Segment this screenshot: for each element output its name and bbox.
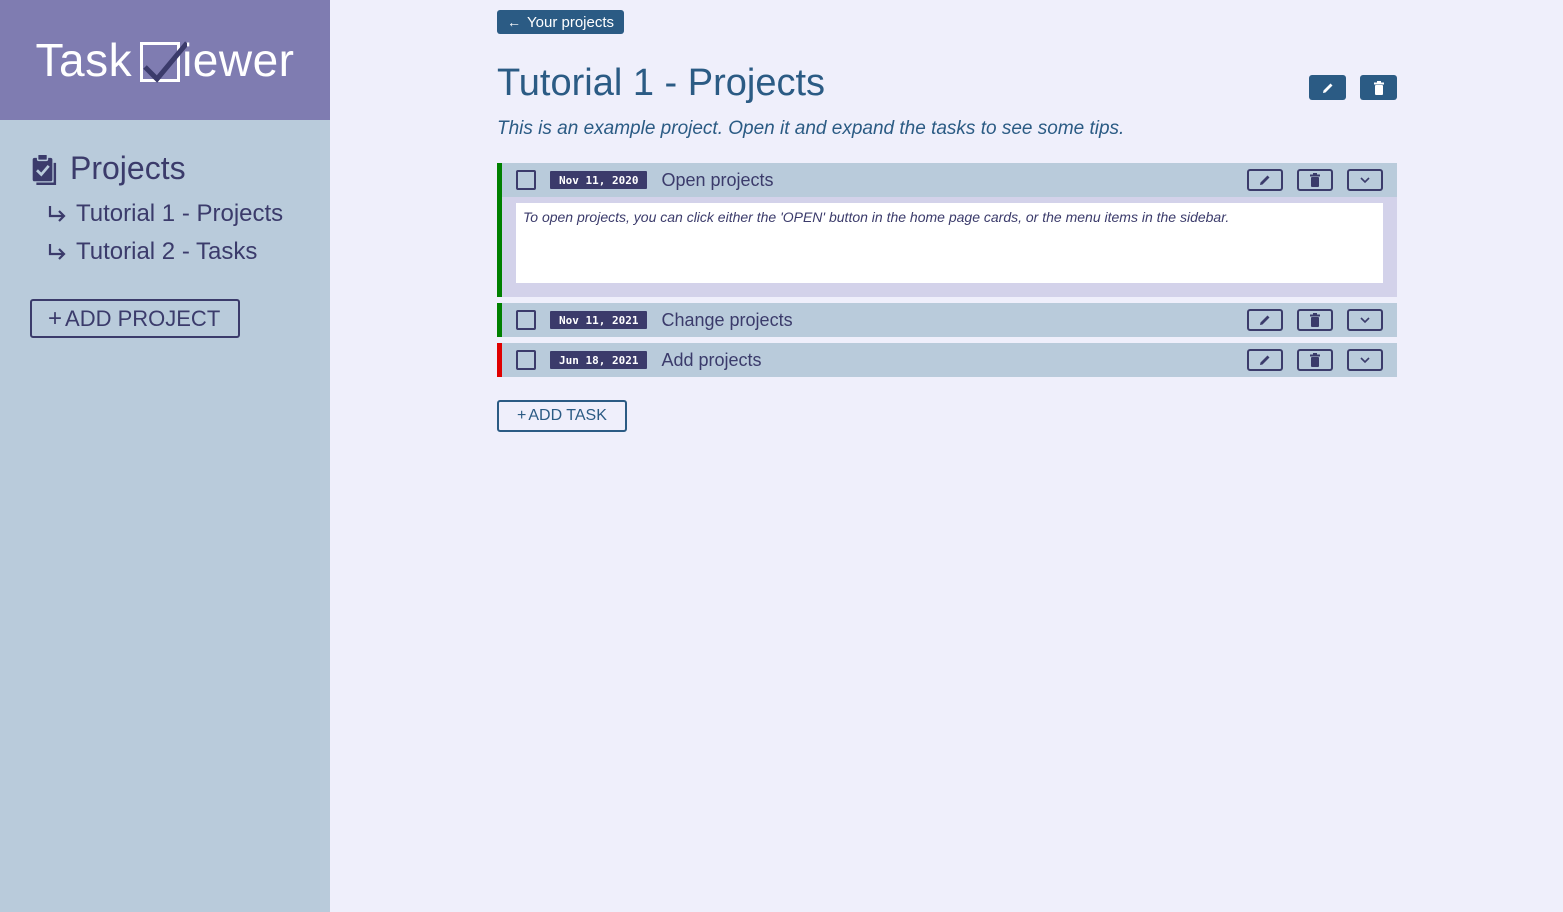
subdirectory-arrow-icon [48, 206, 66, 222]
project-actions [1309, 75, 1397, 100]
plus-icon: + [517, 407, 527, 424]
chevron-down-icon [1360, 177, 1370, 184]
logo-text-right: iewer [182, 34, 295, 86]
edit-project-button[interactable] [1309, 75, 1346, 100]
task-item: Nov 11, 2020 Open projects To open proje… [497, 163, 1397, 297]
task-actions [1247, 349, 1383, 371]
chevron-down-icon [1360, 317, 1370, 324]
task-details: To open projects, you can click either t… [502, 197, 1397, 297]
expand-task-button[interactable] [1347, 349, 1383, 371]
add-project-label: ADD PROJECT [65, 305, 221, 331]
task-date-badge: Nov 11, 2021 [550, 311, 648, 329]
expand-task-button[interactable] [1347, 309, 1383, 331]
task-title: Add projects [661, 349, 762, 370]
trash-icon [1310, 353, 1320, 367]
task-item: Jun 18, 2021 Add projects [497, 343, 1397, 377]
logo-check-icon [140, 41, 188, 83]
task-actions [1247, 169, 1383, 191]
trash-icon [1310, 173, 1320, 187]
task-title: Change projects [661, 309, 793, 330]
sidebar-item-label: Tutorial 2 - Tasks [76, 238, 258, 265]
delete-task-button[interactable] [1297, 169, 1333, 191]
task-header[interactable]: Nov 11, 2020 Open projects [502, 163, 1397, 197]
pencil-icon [1260, 175, 1270, 185]
add-task-button[interactable]: + ADD TASK [497, 400, 627, 432]
pencil-icon [1260, 315, 1270, 325]
task-title: Open projects [661, 169, 774, 190]
sidebar: Task iewer Projects Tutorial 1 - Project… [0, 0, 330, 912]
task-checkbox[interactable] [516, 310, 536, 330]
logo-bar: Task iewer [0, 0, 330, 120]
sidebar-item-tutorial-2[interactable]: Tutorial 2 - Tasks [46, 233, 330, 271]
task-header[interactable]: Nov 11, 2021 Change projects [502, 303, 1397, 337]
arrow-left-icon: ← [507, 14, 521, 30]
projects-heading[interactable]: Projects [30, 150, 330, 187]
sidebar-item-tutorial-1[interactable]: Tutorial 1 - Projects [46, 195, 330, 233]
app-logo[interactable]: Task iewer [35, 33, 294, 87]
delete-task-button[interactable] [1297, 309, 1333, 331]
sidebar-content: Projects Tutorial 1 - Projects Tutorial … [0, 120, 330, 338]
trash-icon [1373, 80, 1384, 95]
back-to-projects-button[interactable]: ← Your projects [497, 10, 624, 34]
trash-icon [1310, 313, 1320, 327]
add-project-button[interactable]: + ADD PROJECT [30, 299, 241, 338]
back-label: Your projects [527, 13, 614, 31]
clipboard-check-icon [32, 152, 57, 185]
task-actions [1247, 309, 1383, 331]
chevron-down-icon [1360, 357, 1370, 364]
logo-text-left: Task [35, 34, 133, 86]
delete-task-button[interactable] [1297, 349, 1333, 371]
sidebar-item-label: Tutorial 1 - Projects [76, 200, 284, 227]
add-task-label: ADD TASK [528, 407, 607, 424]
task-note[interactable]: To open projects, you can click either t… [516, 203, 1383, 283]
task-header[interactable]: Jun 18, 2021 Add projects [502, 343, 1397, 377]
expand-task-button[interactable] [1347, 169, 1383, 191]
task-checkbox[interactable] [516, 170, 536, 190]
delete-project-button[interactable] [1360, 75, 1397, 100]
project-description: This is an example project. Open it and … [497, 118, 1125, 139]
task-checkbox[interactable] [516, 350, 536, 370]
page-title: Tutorial 1 - Projects [497, 62, 826, 104]
subdirectory-arrow-icon [48, 244, 66, 260]
task-date-badge: Nov 11, 2020 [550, 171, 648, 189]
plus-icon: + [48, 304, 63, 332]
projects-heading-label: Projects [70, 150, 186, 186]
task-date-badge: Jun 18, 2021 [550, 351, 648, 369]
pencil-icon [1322, 83, 1332, 93]
pencil-icon [1260, 355, 1270, 365]
edit-task-button[interactable] [1247, 169, 1283, 191]
task-list: Nov 11, 2020 Open projects To open proje… [497, 163, 1397, 383]
edit-task-button[interactable] [1247, 349, 1283, 371]
task-item: Nov 11, 2021 Change projects [497, 303, 1397, 337]
edit-task-button[interactable] [1247, 309, 1283, 331]
